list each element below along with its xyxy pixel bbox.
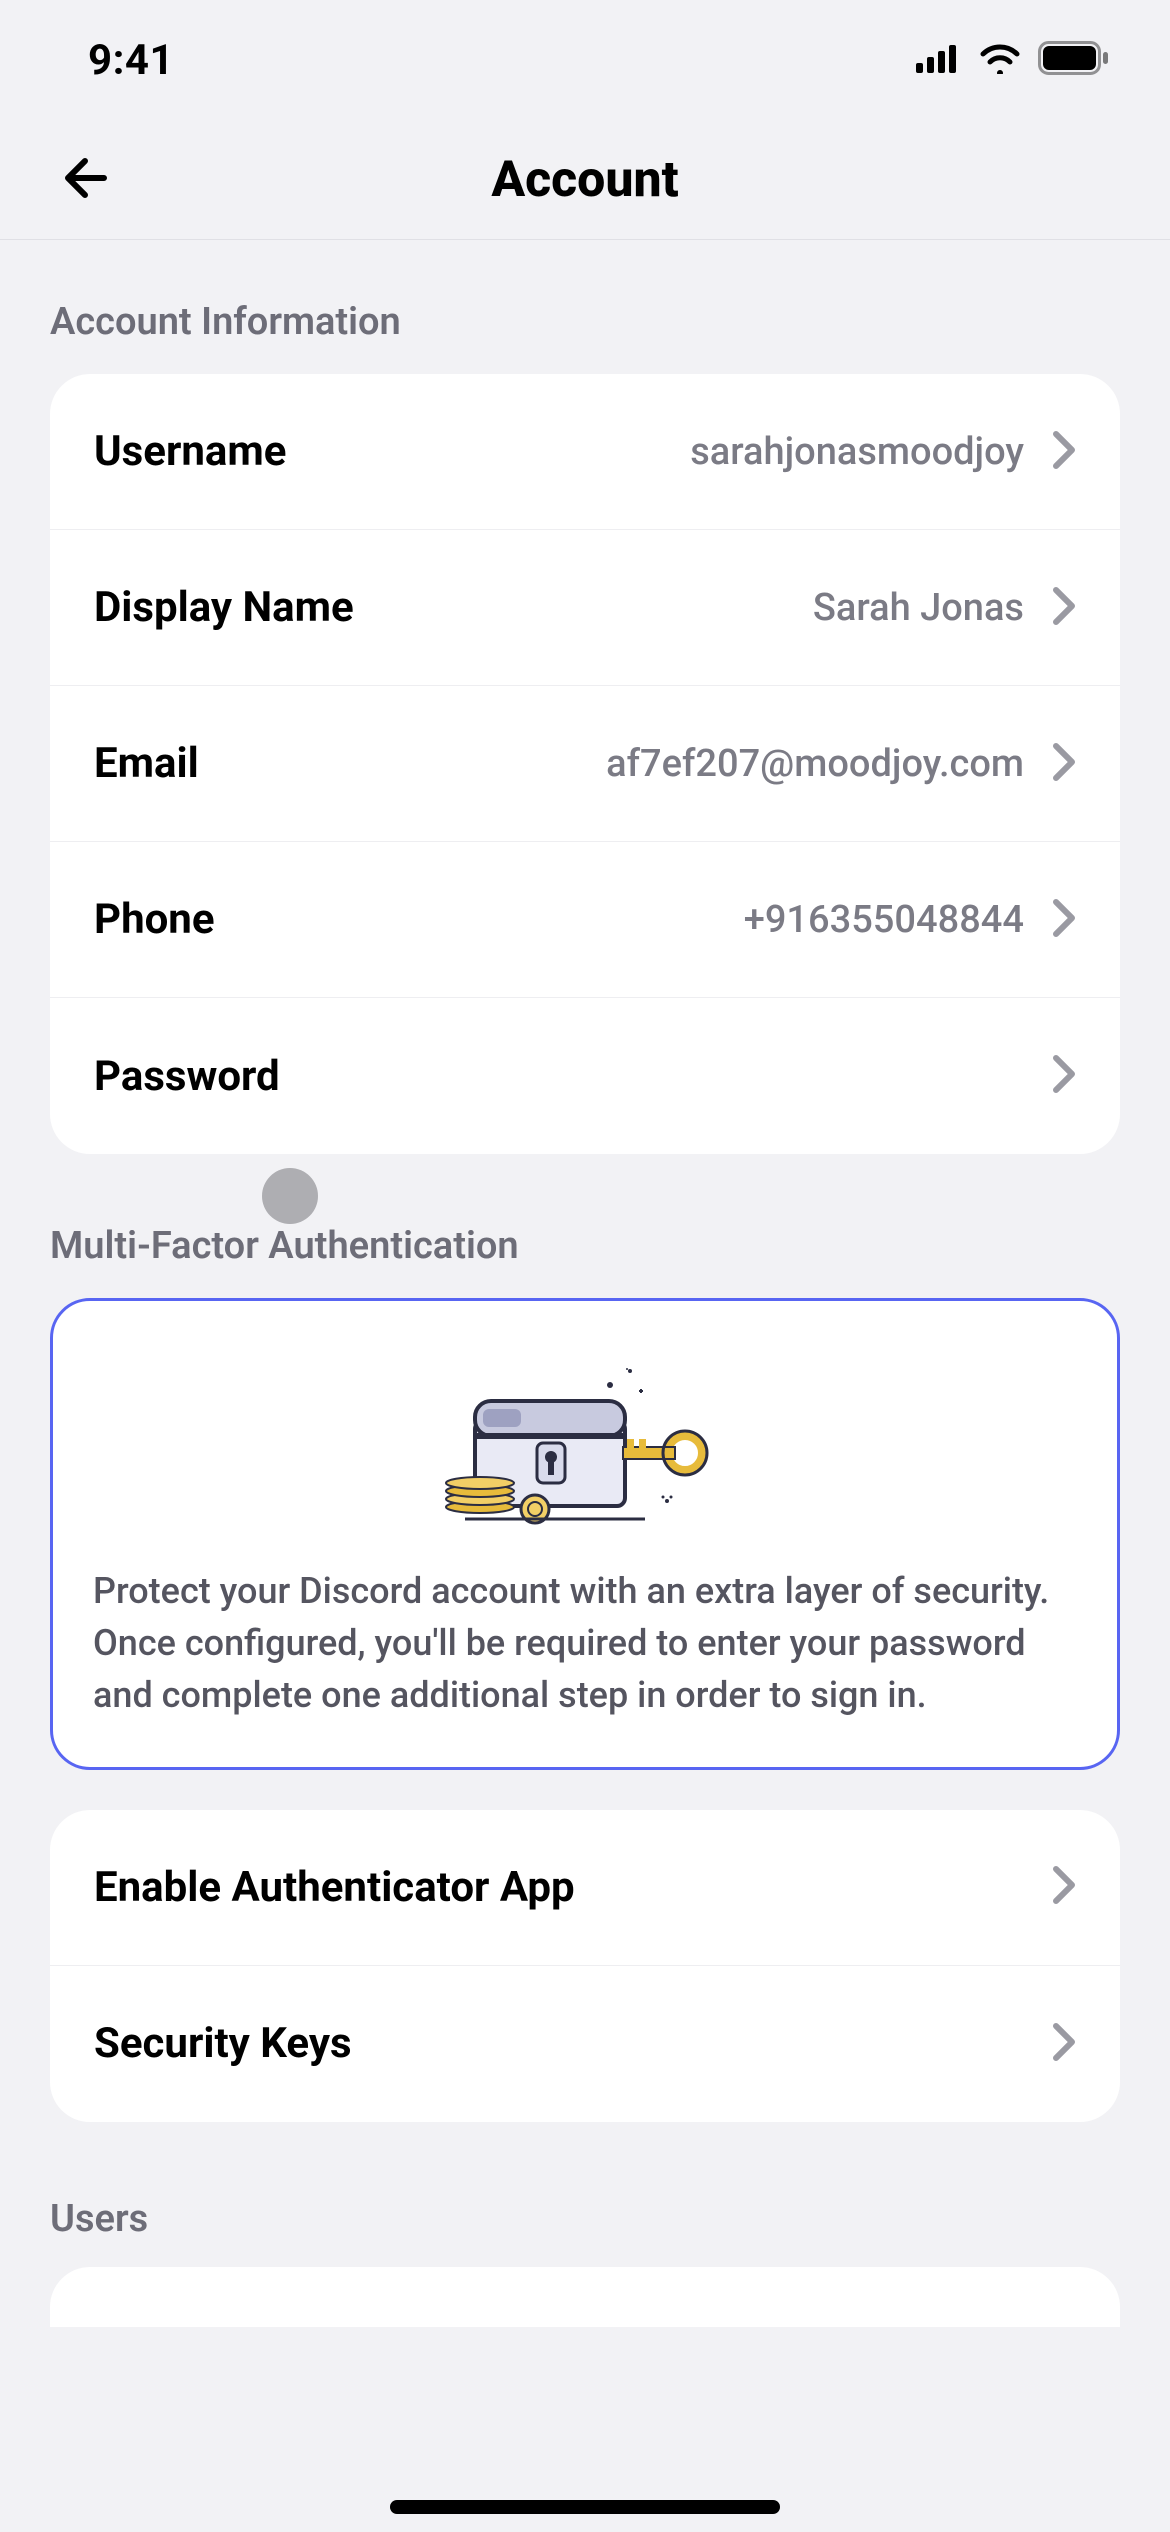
chevron-right-icon [1052, 1865, 1076, 1909]
touch-indicator [262, 1168, 318, 1224]
display-name-value: Sarah Jonas [813, 586, 1024, 630]
status-time: 9:41 [88, 36, 174, 85]
treasure-chest-key-icon [405, 1361, 765, 1535]
status-icons [916, 41, 1110, 79]
phone-label: Phone [94, 895, 215, 944]
wifi-icon [978, 42, 1022, 78]
mfa-options-card: Enable Authenticator App Security Keys [50, 1810, 1120, 2122]
cellular-icon [916, 43, 962, 77]
users-card [50, 2267, 1120, 2327]
mfa-info-card: Protect your Discord account with an ext… [50, 1298, 1120, 1770]
security-keys-row[interactable]: Security Keys [50, 1966, 1120, 2122]
mfa-info-text: Protect your Discord account with an ext… [93, 1565, 1077, 1722]
enable-authenticator-row[interactable]: Enable Authenticator App [50, 1810, 1120, 1966]
arrow-left-icon [60, 153, 110, 206]
password-row[interactable]: Password [50, 998, 1120, 1154]
username-value: sarahjonasmoodjoy [690, 430, 1024, 474]
email-label: Email [94, 739, 199, 788]
chevron-right-icon [1052, 430, 1076, 474]
mfa-illustration [93, 1361, 1077, 1535]
phone-value: +916355048844 [744, 898, 1024, 942]
enable-authenticator-label: Enable Authenticator App [94, 1863, 575, 1912]
home-indicator [390, 2500, 780, 2514]
users-heading: Users [0, 2122, 1170, 2267]
chevron-right-icon [1052, 2022, 1076, 2066]
back-button[interactable] [50, 145, 120, 215]
display-name-row[interactable]: Display Name Sarah Jonas [50, 530, 1120, 686]
chevron-right-icon [1052, 898, 1076, 942]
account-info-card: Username sarahjonasmoodjoy Display Name … [50, 374, 1120, 1154]
display-name-label: Display Name [94, 583, 354, 632]
account-info-heading: Account Information [0, 240, 1170, 374]
chevron-right-icon [1052, 742, 1076, 786]
phone-row[interactable]: Phone +916355048844 [50, 842, 1120, 998]
battery-icon [1038, 41, 1110, 79]
nav-header: Account [0, 120, 1170, 240]
password-label: Password [94, 1052, 280, 1101]
username-row[interactable]: Username sarahjonasmoodjoy [50, 374, 1120, 530]
email-row[interactable]: Email af7ef207@moodjoy.com [50, 686, 1120, 842]
chevron-right-icon [1052, 1054, 1076, 1098]
security-keys-label: Security Keys [94, 2019, 352, 2068]
username-label: Username [94, 427, 286, 476]
page-title: Account [0, 151, 1170, 209]
mfa-heading: Multi-Factor Authentication [0, 1154, 1170, 1298]
chevron-right-icon [1052, 586, 1076, 630]
status-bar: 9:41 [0, 0, 1170, 120]
email-value: af7ef207@moodjoy.com [606, 742, 1024, 786]
